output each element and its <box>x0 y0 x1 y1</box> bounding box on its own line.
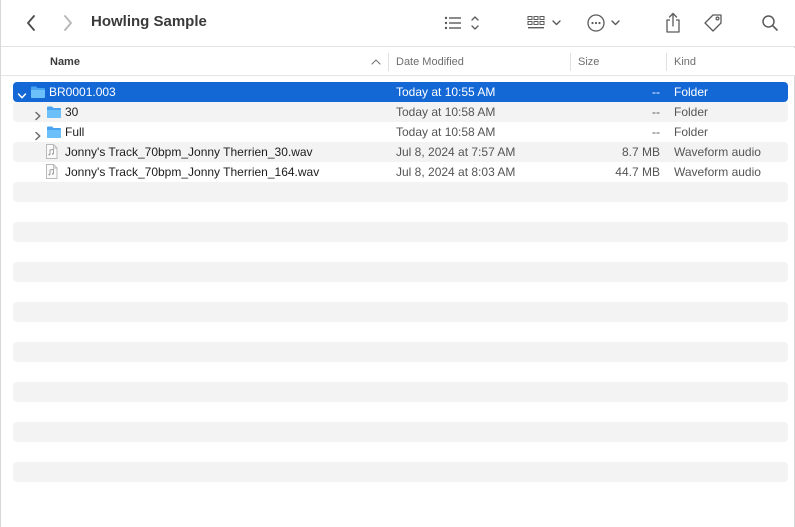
file-date-modified: Jul 8, 2024 at 7:57 AM <box>396 145 516 159</box>
empty-row <box>13 182 788 202</box>
file-row[interactable]: Full Today at 10:58 AM -- Folder <box>13 122 788 142</box>
file-row[interactable]: Jonny's Track_70bpm_Jonny Therrien_30.wa… <box>13 142 788 162</box>
empty-row <box>13 462 788 482</box>
share-button[interactable] <box>661 8 685 38</box>
column-header-size[interactable]: Size <box>578 48 599 76</box>
column-header-kind[interactable]: Kind <box>674 48 696 76</box>
empty-row <box>13 422 788 442</box>
empty-row <box>13 202 788 222</box>
file-name: Jonny's Track_70bpm_Jonny Therrien_164.w… <box>65 165 320 179</box>
file-size: -- <box>652 125 660 139</box>
file-list: BR0001.003 Today at 10:55 AM -- Folder 30 Tod… <box>13 82 788 502</box>
file-name: 30 <box>65 105 79 119</box>
file-size: 8.7 MB <box>621 145 660 159</box>
group-button[interactable] <box>525 8 565 38</box>
empty-row <box>13 402 788 422</box>
empty-row <box>13 342 788 362</box>
empty-row <box>13 482 788 502</box>
file-size: 44.7 MB <box>615 165 660 179</box>
action-button[interactable] <box>585 8 625 38</box>
window-title: Howling Sample <box>91 13 207 30</box>
file-date-modified: Today at 10:55 AM <box>396 85 496 99</box>
file-row[interactable]: BR0001.003 Today at 10:55 AM -- Folder <box>13 82 788 102</box>
back-button[interactable] <box>19 8 43 38</box>
file-name: Full <box>65 125 85 139</box>
list-view-icon <box>444 16 479 30</box>
share-icon <box>666 12 680 33</box>
view-options-button[interactable] <box>441 8 481 38</box>
file-name: BR0001.003 <box>49 85 116 99</box>
file-name: Jonny's Track_70bpm_Jonny Therrien_30.wa… <box>65 145 313 159</box>
file-date-modified: Today at 10:58 AM <box>396 105 496 119</box>
column-header-bar: Name Date Modified Size Kind <box>1 48 795 76</box>
file-size: -- <box>652 85 660 99</box>
file-row[interactable]: Jonny's Track_70bpm_Jonny Therrien_164.w… <box>13 162 788 182</box>
empty-row <box>13 362 788 382</box>
search-icon <box>762 15 778 31</box>
file-date-modified: Today at 10:58 AM <box>396 125 496 139</box>
file-kind: Folder <box>674 105 709 119</box>
file-date-modified: Jul 8, 2024 at 8:03 AM <box>396 165 516 179</box>
sort-ascending-icon[interactable] <box>370 57 382 67</box>
tag-button[interactable] <box>700 8 726 38</box>
empty-row <box>13 322 788 342</box>
column-divider[interactable] <box>666 53 667 71</box>
empty-row <box>13 262 788 282</box>
file-size: -- <box>652 105 660 119</box>
file-row[interactable]: 30 Today at 10:58 AM -- Folder <box>13 102 788 122</box>
tag-icon <box>704 14 722 32</box>
empty-row <box>13 302 788 322</box>
empty-row <box>13 382 788 402</box>
file-kind: Folder <box>674 85 709 99</box>
column-header-date-modified[interactable]: Date Modified <box>396 48 464 76</box>
forward-button[interactable] <box>56 8 80 38</box>
empty-row <box>13 442 788 462</box>
chevron-right-icon <box>64 15 72 31</box>
toolbar: Howling Sample <box>1 0 795 47</box>
finder-window: Howling Sample Name Date Modified Size K… <box>0 0 795 527</box>
search-button[interactable] <box>757 8 783 38</box>
column-header-name[interactable]: Name <box>50 48 80 76</box>
grid-group-icon <box>527 16 561 29</box>
file-kind: Folder <box>674 125 709 139</box>
empty-row <box>13 222 788 242</box>
chevron-left-icon <box>27 15 35 31</box>
empty-row <box>13 282 788 302</box>
ellipsis-circle-icon <box>587 14 620 32</box>
file-kind: Waveform audio <box>674 165 761 179</box>
empty-row <box>13 242 788 262</box>
file-kind: Waveform audio <box>674 145 761 159</box>
column-divider[interactable] <box>570 53 571 71</box>
column-divider[interactable] <box>388 53 389 71</box>
